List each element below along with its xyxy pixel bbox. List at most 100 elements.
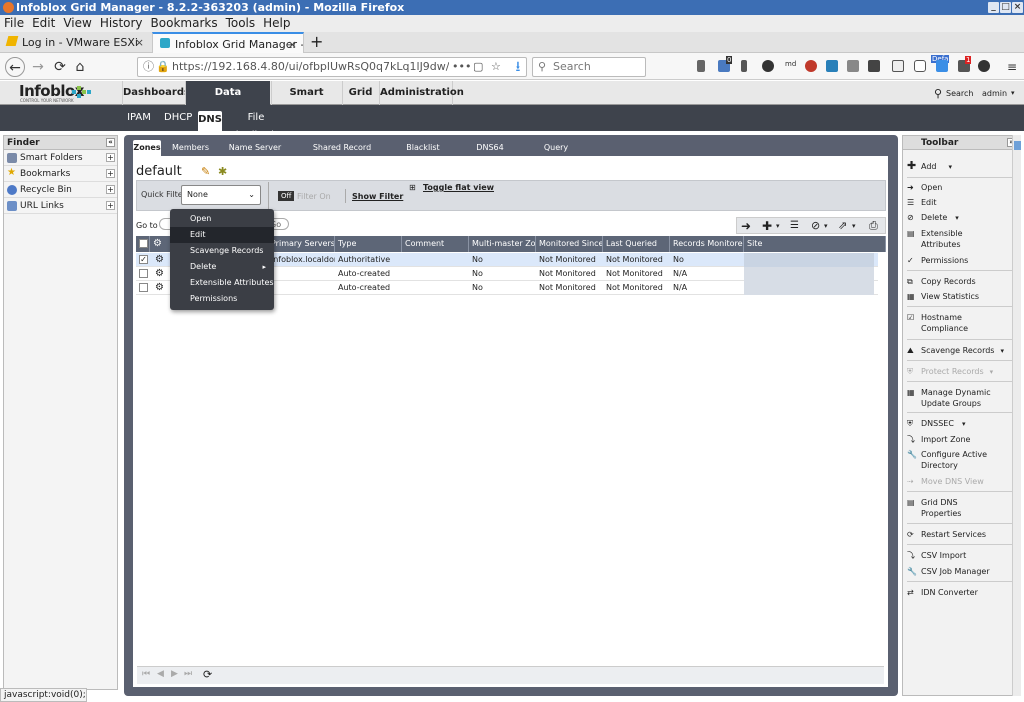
toolbar-csv-job-manager[interactable]: 🔧 CSV Job Manager bbox=[907, 566, 990, 577]
collapse-finder-icon[interactable]: « bbox=[106, 138, 115, 147]
ctx-extensible-attributes[interactable]: Extensible Attributes bbox=[170, 275, 274, 291]
toolbar-edit[interactable]: ☰ Edit bbox=[907, 197, 937, 208]
new-tab-button[interactable]: + bbox=[310, 32, 323, 52]
finder-item-url-links[interactable]: URL Links + bbox=[4, 198, 117, 214]
subtab-file-distribution[interactable]: File Distribution bbox=[228, 109, 286, 141]
ublock-icon[interactable] bbox=[805, 60, 817, 72]
toolbar-copy-records[interactable]: ⧉ Copy Records bbox=[907, 276, 976, 287]
menu-tools[interactable]: Tools bbox=[222, 15, 260, 32]
chevron-down-icon[interactable]: ▾ bbox=[949, 163, 953, 171]
toggle-flat-view-link[interactable]: Toggle flat view bbox=[423, 183, 494, 192]
row-checkbox[interactable] bbox=[139, 283, 148, 292]
tab-dashboards[interactable]: Dashboards bbox=[122, 81, 190, 105]
export-icon[interactable]: ⇗ bbox=[838, 218, 847, 234]
chevron-down-icon[interactable]: ▾ bbox=[776, 218, 780, 234]
toolbar-add[interactable]: ✚ Add ▾ bbox=[907, 160, 953, 173]
row-gear-icon[interactable]: ⚙ bbox=[152, 253, 164, 267]
ctx-open[interactable]: Open bbox=[170, 211, 274, 227]
extension-icon[interactable] bbox=[762, 60, 774, 72]
toolbar-configure-active-directory[interactable]: 🔧 Configure Active Directory bbox=[907, 449, 997, 471]
subtab-dhcp[interactable]: DHCP bbox=[164, 109, 192, 127]
page-scrollbar[interactable] bbox=[1012, 135, 1021, 696]
library-icon[interactable] bbox=[697, 60, 705, 72]
tab-smart-folders[interactable]: Smart Folders bbox=[271, 81, 341, 122]
col-primary-servers[interactable]: Primary Servers bbox=[268, 236, 335, 252]
tab-name-server-groups[interactable]: Name Server Groups bbox=[218, 140, 292, 168]
menu-bookmarks[interactable]: Bookmarks bbox=[147, 15, 222, 32]
menu-file[interactable]: File bbox=[0, 15, 28, 32]
reload-icon[interactable]: ⟳ bbox=[50, 57, 70, 77]
col-site[interactable]: Site bbox=[744, 236, 886, 252]
row-checkbox[interactable]: ✓ bbox=[139, 255, 148, 264]
toolbar-protect-records[interactable]: ⛨ Protect Records ▾ bbox=[907, 366, 993, 378]
arrow-right-icon[interactable]: ➜ bbox=[741, 218, 751, 234]
toolbar-hostname-compliance[interactable]: ☑ Hostname Compliance bbox=[907, 312, 987, 334]
global-search-link[interactable]: Search bbox=[946, 89, 973, 98]
tab-administration[interactable]: Administration bbox=[379, 81, 464, 105]
browser-tab-infoblox[interactable]: Infoblox Grid Manager - 8 × bbox=[152, 32, 304, 53]
close-tab-icon[interactable]: × bbox=[135, 32, 144, 53]
tab-blacklist-rulesets[interactable]: Blacklist Rulesets bbox=[392, 140, 454, 168]
search-input[interactable]: ⚲ Search bbox=[532, 57, 646, 77]
next-page-icon[interactable]: ▶ bbox=[171, 669, 178, 679]
browser-tab-esxi[interactable]: Log in - VMware ESXi × bbox=[0, 32, 150, 53]
expand-icon[interactable]: + bbox=[106, 201, 115, 210]
expand-icon[interactable]: + bbox=[106, 185, 115, 194]
global-search-icon[interactable]: ⚲ bbox=[934, 87, 942, 100]
toolbar-permissions[interactable]: ✓ Permissions bbox=[907, 255, 968, 266]
tab-zones[interactable]: Zones bbox=[133, 140, 161, 156]
expand-icon[interactable]: + bbox=[106, 169, 115, 178]
toolbar-csv-import[interactable]: ⤵ CSV Import bbox=[907, 550, 966, 561]
ctx-scavenge-records[interactable]: Scavenge Records bbox=[170, 243, 274, 259]
chevron-down-icon[interactable]: ▾ bbox=[990, 368, 994, 376]
extension-icon[interactable] bbox=[826, 60, 838, 72]
tab-members[interactable]: Members bbox=[172, 140, 209, 156]
toolbar-idn-converter[interactable]: ⇄ IDN Converter bbox=[907, 587, 978, 598]
ctx-delete[interactable]: Delete ▸ bbox=[170, 259, 274, 275]
chevron-down-icon[interactable]: ▾ bbox=[824, 218, 828, 234]
quick-filter-select[interactable]: None ⌄ bbox=[181, 185, 261, 205]
hamburger-menu-icon[interactable]: ≡ bbox=[1002, 57, 1022, 77]
toolbar-scavenge-records[interactable]: ⛰ Scavenge Records ▾ bbox=[907, 345, 1004, 357]
extension-icon[interactable] bbox=[847, 60, 859, 72]
toolbar-view-statistics[interactable]: ▦ View Statistics bbox=[907, 291, 979, 302]
toolbar-manage-dynamic-update-groups[interactable]: ▦ Manage Dynamic Update Groups bbox=[907, 387, 997, 409]
finder-item-smart-folders[interactable]: Smart Folders + bbox=[4, 150, 117, 166]
extension-icon[interactable] bbox=[868, 60, 880, 72]
ctx-edit[interactable]: Edit bbox=[170, 227, 274, 243]
eyedropper-icon[interactable] bbox=[741, 60, 747, 72]
col-records-monitored[interactable]: Records Monitored bbox=[670, 236, 744, 252]
menu-view[interactable]: View bbox=[59, 15, 95, 32]
forward-icon[interactable]: → bbox=[28, 57, 48, 77]
scrollbar-thumb[interactable] bbox=[1014, 141, 1021, 150]
show-filter-link[interactable]: Show Filter bbox=[352, 192, 403, 201]
refresh-icon[interactable]: ⟳ bbox=[203, 668, 212, 681]
col-monitored-since[interactable]: Monitored Since bbox=[536, 236, 603, 252]
close-tab-icon[interactable]: × bbox=[288, 34, 297, 53]
col-last-queried[interactable]: Last Queried bbox=[603, 236, 670, 252]
col-type[interactable]: Type bbox=[335, 236, 402, 252]
maximize-icon[interactable]: □ bbox=[1000, 2, 1011, 13]
chevron-down-icon[interactable]: ▾ bbox=[955, 214, 959, 222]
edit-pencil-icon[interactable]: ✎ bbox=[201, 165, 210, 178]
user-menu-chevron-icon[interactable]: ▾ bbox=[1011, 89, 1015, 97]
close-window-icon[interactable]: × bbox=[1012, 2, 1023, 13]
first-page-icon[interactable]: ⏮ bbox=[142, 669, 150, 679]
home-icon[interactable]: ⌂ bbox=[70, 57, 90, 77]
toolbar-dnssec[interactable]: ⛨ DNSSEC ▾ bbox=[907, 418, 965, 430]
subtab-dns[interactable]: DNS bbox=[198, 111, 222, 131]
menu-history[interactable]: History bbox=[96, 15, 147, 32]
minimize-icon[interactable]: _ bbox=[988, 2, 999, 13]
tab-data-management[interactable]: Data Management bbox=[185, 81, 270, 122]
edit-list-icon[interactable]: ☰ bbox=[790, 218, 799, 234]
toolbar-delete[interactable]: ⊘ Delete ▾ bbox=[907, 212, 959, 224]
bookmark-star-icon[interactable]: ☆ bbox=[489, 58, 503, 76]
menu-edit[interactable]: Edit bbox=[28, 15, 59, 32]
tab-dns64-groups[interactable]: DNS64 Groups bbox=[464, 140, 516, 168]
extension-icon[interactable] bbox=[936, 60, 948, 72]
extension-md-icon[interactable]: md bbox=[785, 60, 796, 68]
row-gear-icon[interactable]: ⚙ bbox=[152, 281, 164, 295]
toolbar-restart-services[interactable]: ⟳ Restart Services bbox=[907, 529, 986, 540]
disable-icon[interactable]: ⊘ bbox=[811, 218, 820, 234]
ctx-permissions[interactable]: Permissions bbox=[170, 291, 274, 307]
